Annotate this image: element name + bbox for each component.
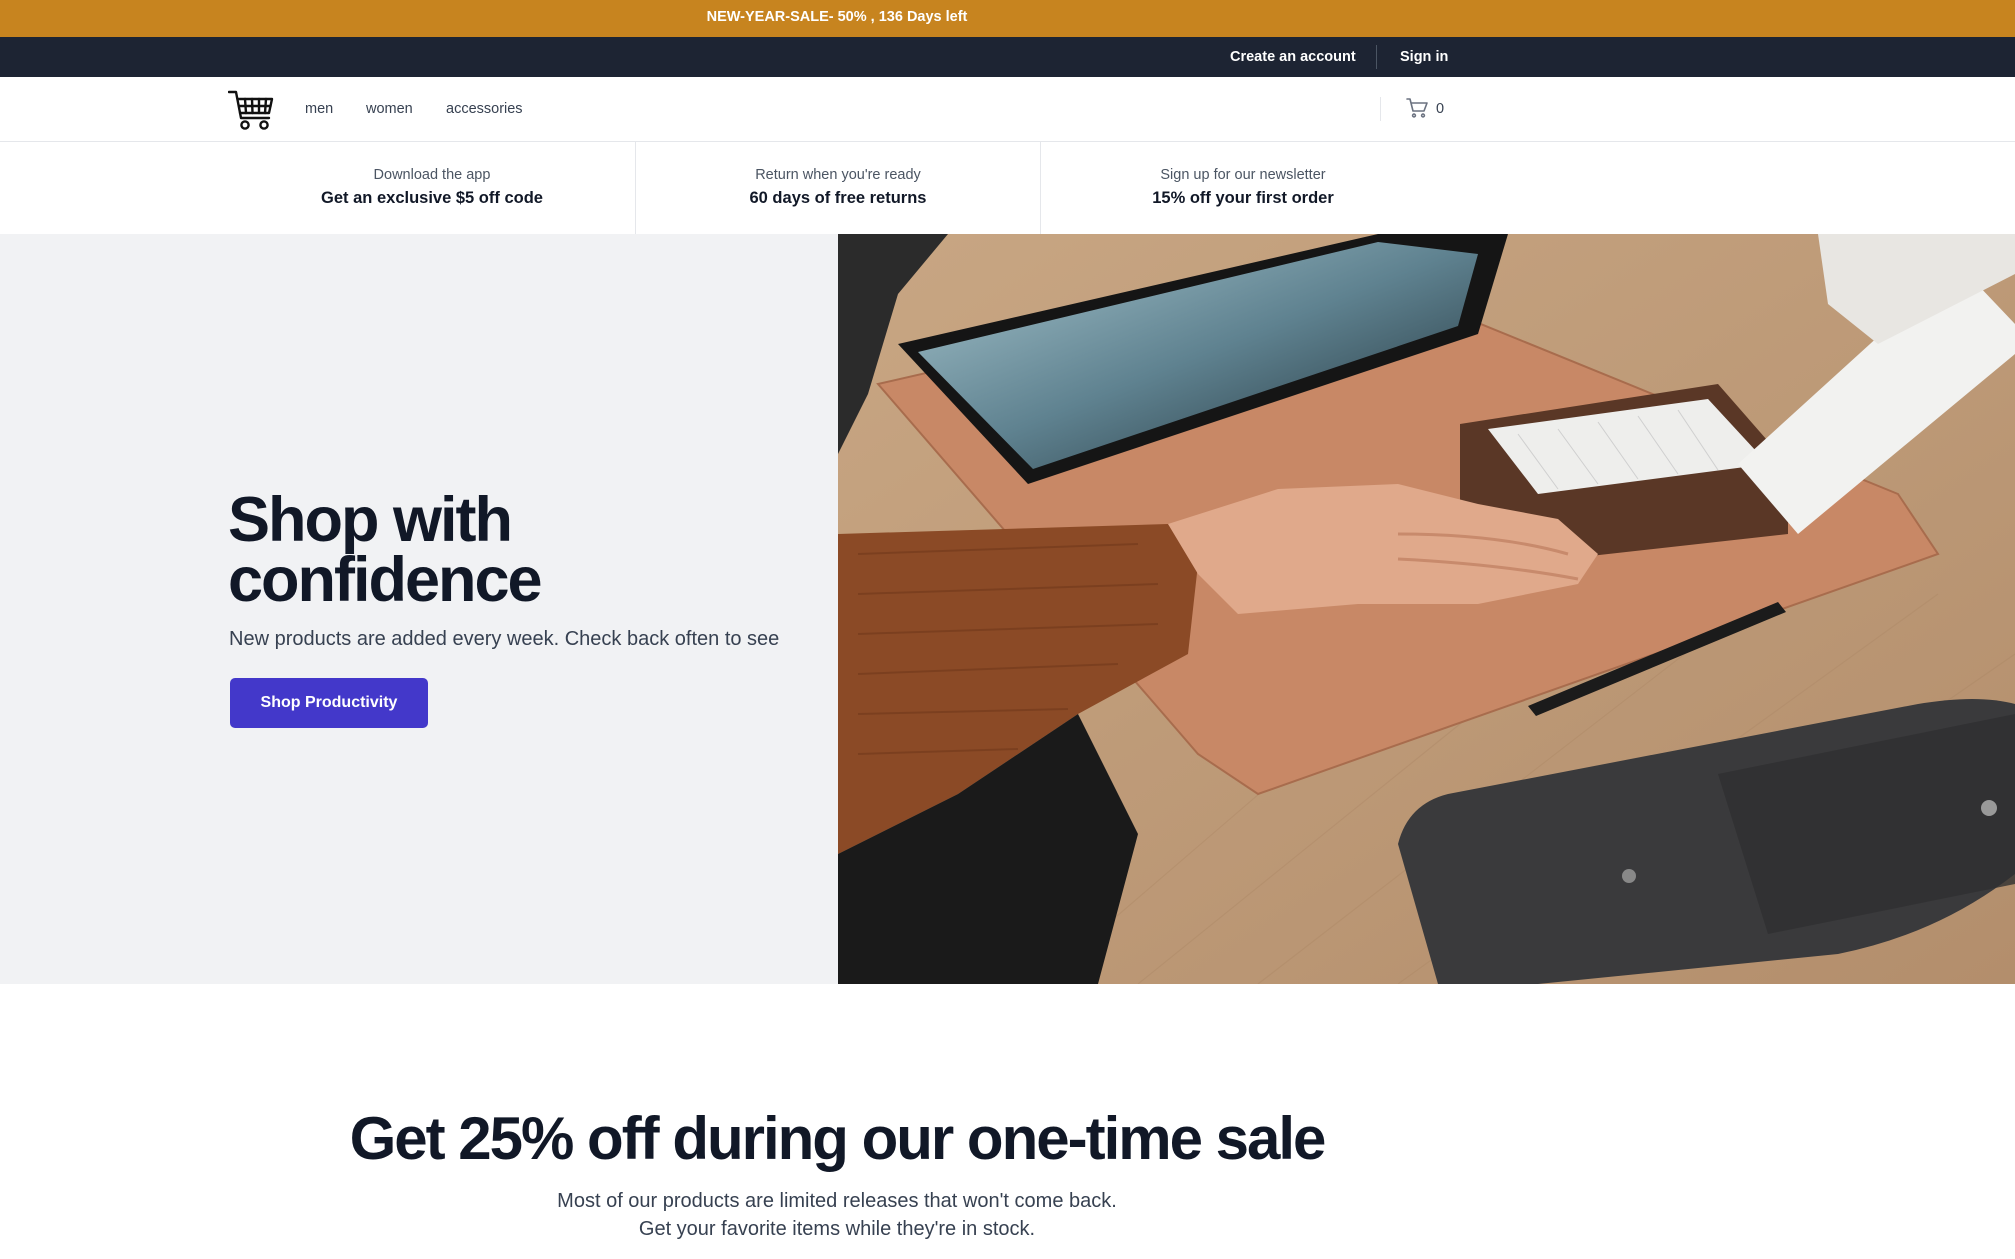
hero-title: Shop with confidence bbox=[228, 489, 828, 612]
create-account-link[interactable]: Create an account bbox=[1230, 49, 1356, 65]
promo-bar: NEW-YEAR-SALE- 50% , 136 Days left bbox=[0, 0, 2015, 37]
perk-sub: Return when you're ready bbox=[755, 167, 921, 183]
perk-sub: Download the app bbox=[373, 167, 491, 183]
perk-main: 15% off your first order bbox=[1152, 189, 1334, 207]
nav-link-men[interactable]: men bbox=[305, 101, 333, 117]
sale-description-line1: Most of our products are limited release… bbox=[557, 1190, 1117, 1212]
perk-sub: Sign up for our newsletter bbox=[1160, 167, 1326, 183]
perk-app: Download the app Get an exclusive $5 off… bbox=[230, 142, 634, 234]
shopping-cart-icon[interactable] bbox=[228, 89, 274, 131]
account-bar: Create an account Sign in bbox=[0, 37, 2015, 77]
nav-link-accessories[interactable]: accessories bbox=[446, 101, 523, 117]
hero-subtitle: New products are added every week. Check… bbox=[229, 628, 780, 650]
promo-text: NEW-YEAR-SALE- 50% , 136 Days left bbox=[706, 9, 968, 25]
hero-title-line2: confidence bbox=[228, 545, 543, 615]
sale-description-line2: Get your favorite items while they're in… bbox=[638, 1218, 1036, 1240]
sign-in-link[interactable]: Sign in bbox=[1400, 49, 1448, 65]
nav-divider bbox=[1380, 97, 1381, 121]
perk-main: 60 days of free returns bbox=[749, 189, 927, 207]
perk-main: Get an exclusive $5 off code bbox=[321, 189, 543, 207]
shop-productivity-button[interactable]: Shop Productivity bbox=[230, 678, 428, 728]
account-divider bbox=[1376, 45, 1377, 69]
main-nav: men women accessories 0 bbox=[0, 77, 2015, 142]
perk-newsletter: Sign up for our newsletter 15% off your … bbox=[1041, 142, 1445, 234]
nav-link-women[interactable]: women bbox=[366, 101, 413, 117]
desk-workspace-photo bbox=[838, 234, 2015, 984]
cart-icon[interactable] bbox=[1405, 96, 1429, 120]
perks-strip: Download the app Get an exclusive $5 off… bbox=[0, 142, 2015, 235]
sale-title: Get 25% off during our one-time sale bbox=[349, 1105, 1327, 1172]
perk-returns: Return when you're ready 60 days of free… bbox=[636, 142, 1040, 234]
cart-count[interactable]: 0 bbox=[1436, 101, 1444, 117]
